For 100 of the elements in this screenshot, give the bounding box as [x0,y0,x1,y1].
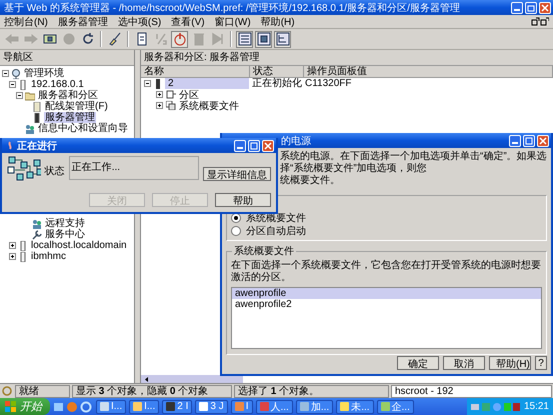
taskbar-button[interactable]: 3 J [195,400,228,414]
taskbar-button[interactable]: I... [96,400,126,414]
expander-icon[interactable] [2,70,9,77]
status-text: 选择了 1 个对象。 [234,384,389,398]
close-button[interactable] [539,2,551,14]
maximize-button[interactable] [523,134,535,146]
restore-button[interactable] [525,2,537,14]
column-header[interactable]: 名称 [141,66,250,77]
pane-header: 导航区 [0,50,134,66]
wrench-icon [32,230,42,240]
menu-item[interactable]: 查看(V) [171,14,205,28]
tree-item[interactable]: 服务器管理 [44,112,96,123]
expander-icon[interactable] [9,242,16,249]
tree-item[interactable]: ibmhmc [30,251,68,262]
menu-item[interactable]: 服务器管理 [58,14,108,28]
dialog-button[interactable]: 取消 [443,356,485,370]
dialog-button[interactable]: 确定 [397,356,439,370]
expander-icon[interactable] [156,91,163,98]
close-icon [264,142,272,150]
server-icon [155,78,161,88]
skip-icon [210,32,224,46]
tree-item[interactable]: 192.168.0.1 [30,79,85,90]
app-icon [300,402,309,411]
tree-item[interactable]: 管理环境 [23,68,65,79]
taskbar-button[interactable]: 企... [376,400,414,414]
power-icon [172,32,186,46]
quick-launch-icons[interactable] [53,400,93,412]
status-text: 正在工作... [72,162,120,173]
minimize-icon [237,147,243,149]
window-controls-icon[interactable] [531,17,549,26]
minimize-button[interactable] [511,2,523,14]
stop-icon [62,32,76,46]
toolbar-button[interactable] [236,30,253,48]
profile-list[interactable]: awenprofile awenprofile2 [231,287,542,349]
scroll-left-icon[interactable] [143,376,150,382]
documents-icon [166,101,176,110]
list-item[interactable]: awenprofile2 [232,299,541,310]
status-text: 就绪 [15,384,70,398]
minimize-button[interactable] [509,134,521,146]
taskbar-button[interactable]: 人... [256,400,293,414]
expander-icon[interactable] [144,80,151,87]
taskbar-button[interactable]: I... [129,400,160,414]
tree-item[interactable]: 信息中心和设置向导 [37,123,129,134]
dialog-button[interactable]: ? [535,356,547,370]
details-button[interactable]: 显示详细信息 [203,167,271,181]
instruction-text: 系统的电源。在下面选择一个加电选项并单击“确定”。如果选择“系统概要文件”加电选项，则您 [280,151,547,174]
close-button[interactable] [262,140,274,152]
toolbar-button[interactable] [274,30,291,48]
close-icon [541,4,549,12]
close-button[interactable] [537,134,549,146]
close-icon [539,136,547,144]
status-text: 显示 3 个对象，隐藏 0 个对象 [72,384,232,398]
tree-item[interactable]: localhost.localdomain [30,240,128,251]
tree-item[interactable]: 服务中心 [44,229,86,240]
instruction-text: 统概要文件。 [280,175,341,187]
taskbar-button[interactable]: 2 I [162,400,192,414]
expander-icon[interactable] [156,102,163,109]
window-title: 基于 Web 的系统管理器 - /home/hscroot/WebSM.pref: /管理环境/192.168.0.1/服务器和分区/服务器管理 [4,2,461,14]
dialog-button[interactable]: 帮助 [215,193,271,207]
tray-icons[interactable] [470,402,521,412]
folder-icon [25,90,35,100]
menu-item[interactable]: 帮助(H) [260,14,295,28]
app-icon [133,402,142,411]
expander-icon[interactable] [16,92,23,99]
table-cell[interactable]: 分区 [179,88,199,102]
expander-icon[interactable] [9,81,16,88]
sweep-icon [108,32,122,46]
taskbar-button[interactable]: 加... [296,400,334,414]
table-cell[interactable]: 系统概要文件 [179,98,239,112]
view-icons-icon [256,32,270,46]
partition-icon [166,90,176,99]
dialog-button[interactable]: 帮助(H) [489,356,531,370]
minimize-icon [514,9,520,11]
expander-icon[interactable] [9,253,16,260]
app-icon [199,402,208,411]
scrollbar[interactable] [141,375,243,383]
tree-item[interactable]: 服务器和分区 [37,90,99,101]
menu-item[interactable]: 选中项(S) [118,14,162,28]
menu-item[interactable]: 控制台(N) [4,14,48,28]
maximize-icon [525,136,533,144]
column-header[interactable]: 状态 [250,66,304,77]
column-header[interactable]: 操作员面板值 [304,66,553,77]
radio-button[interactable] [231,213,241,223]
list-item[interactable]: awenprofile [232,288,541,299]
pane-header: 服务器和分区: 服务器管理 [141,50,553,66]
maximize-button[interactable] [248,140,260,152]
tree-item[interactable]: 配线架管理(F) [44,101,109,112]
radio-button[interactable] [231,226,241,236]
taskbar-button[interactable]: 未... [336,400,374,414]
status-label: 状态 [44,164,65,178]
tree-item[interactable]: 远程支持 [44,218,86,229]
trash-icon [192,32,206,46]
status-text: hscroot - 192 [391,384,552,398]
menu-item[interactable]: 窗口(W) [214,14,251,28]
toolbar-button[interactable] [255,30,272,48]
app-icon [100,402,109,411]
table-cell[interactable]: 2 [165,78,249,89]
minimize-button[interactable] [234,140,246,152]
taskbar-button[interactable]: I [230,400,252,414]
radio-label[interactable]: 分区自动启动 [246,224,306,238]
